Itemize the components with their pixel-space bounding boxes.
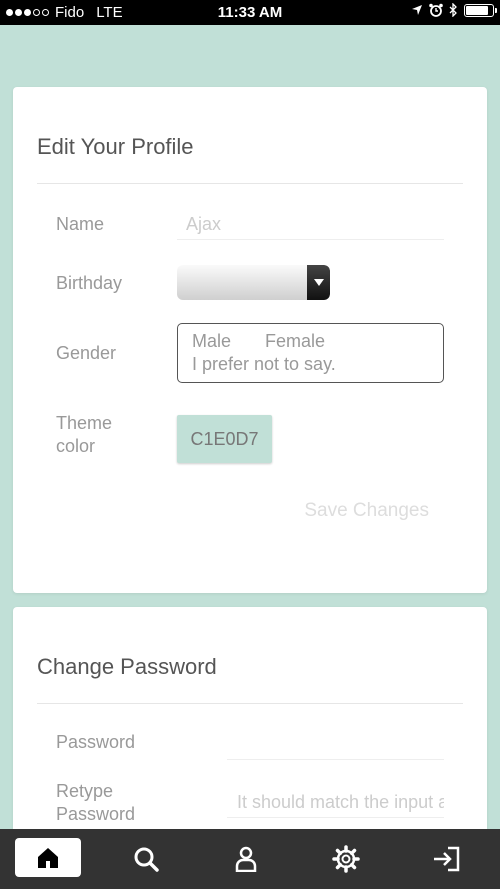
gender-option-male[interactable]: Male <box>192 331 231 351</box>
gender-option-female[interactable]: Female <box>265 331 325 351</box>
gender-select[interactable]: Male Female I prefer not to say. <box>177 323 444 383</box>
location-arrow-icon <box>412 5 422 15</box>
retype-password-placeholder: It should match the input above <box>237 792 444 812</box>
change-password-title: Change Password <box>37 654 217 679</box>
gender-option-undisclosed[interactable]: I prefer not to say. <box>192 353 429 376</box>
bottom-tab-bar <box>0 829 500 889</box>
birthday-label: Birthday <box>56 273 123 293</box>
tab-search[interactable] <box>116 829 176 889</box>
edit-profile-title: Edit Your Profile <box>37 134 194 159</box>
gender-label: Gender <box>56 343 117 363</box>
edit-profile-card: Edit Your Profile Name Ajax Birthday Gen… <box>13 87 487 593</box>
status-icons <box>411 3 497 17</box>
save-changes-button[interactable]: Save Changes <box>304 500 429 522</box>
divider <box>37 183 463 184</box>
theme-color-picker[interactable]: C1E0D7 <box>177 415 272 463</box>
retype-password-label: Retype Password <box>56 781 136 824</box>
change-password-card: Change Password Password Retype Password… <box>13 607 487 847</box>
birthday-select[interactable] <box>177 265 330 300</box>
tab-logout[interactable] <box>416 829 476 889</box>
status-bar: Fido LTE 11:33 AM <box>0 0 500 25</box>
alarm-icon <box>429 3 443 17</box>
battery-icon <box>464 3 497 17</box>
retype-password-input[interactable]: It should match the input above <box>227 792 444 818</box>
name-label: Name <box>56 214 105 234</box>
divider <box>37 703 463 704</box>
tab-settings[interactable] <box>316 829 376 889</box>
logout-icon <box>434 846 460 872</box>
name-input[interactable]: Ajax <box>177 214 444 240</box>
gear-icon <box>332 845 360 873</box>
search-icon <box>134 847 159 872</box>
tab-profile[interactable] <box>216 829 276 889</box>
theme-color-label: Theme color <box>56 413 113 456</box>
home-icon <box>38 847 58 868</box>
password-label: Password <box>56 732 136 752</box>
bluetooth-icon <box>449 3 457 17</box>
profile-icon <box>235 846 257 872</box>
tab-home[interactable] <box>15 838 81 877</box>
chevron-down-icon[interactable] <box>307 265 330 300</box>
password-input[interactable] <box>227 734 444 760</box>
name-value: Ajax <box>186 214 222 234</box>
